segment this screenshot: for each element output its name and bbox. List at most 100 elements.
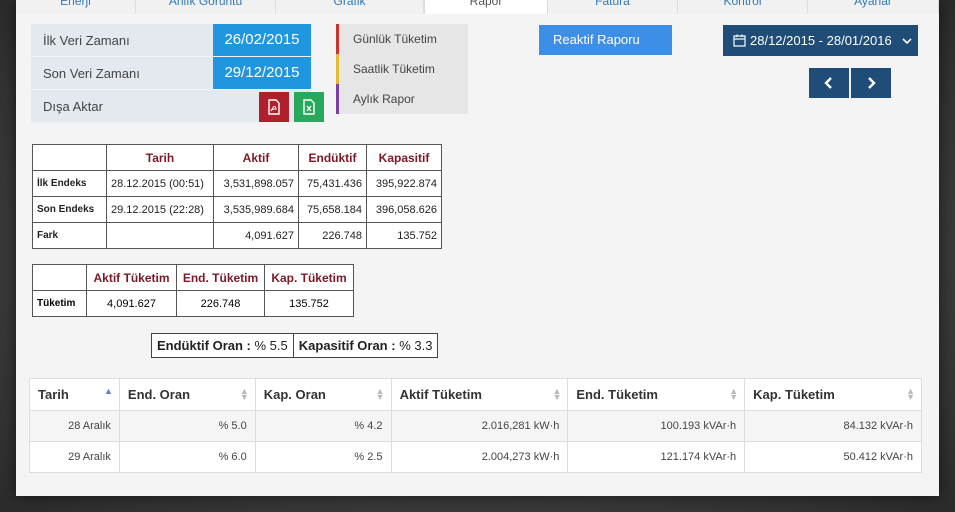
table-cell: 75,431.436 [298, 170, 367, 197]
column-header-label: End. Oran [127, 387, 191, 402]
report-aylik-rapor[interactable]: Aylık Rapor [336, 84, 468, 114]
chevron-left-icon [824, 77, 832, 89]
ratio-summary: Endüktif Oran : % 5.5 Kapasitif Oran : %… [151, 333, 439, 358]
table-cell: 50.412 kVAr·h [744, 441, 922, 473]
chevron-down-icon [902, 37, 912, 44]
column-header-label: Tarih [38, 387, 69, 402]
inductive-ratio-label: Endüktif Oran : [157, 338, 251, 353]
calendar-icon [733, 34, 746, 47]
first-data-value: 26/02/2015 [213, 24, 311, 56]
table-cell: 84.132 kVAr·h [744, 410, 922, 442]
table-cell: % 4.2 [254, 410, 392, 442]
report-saatlik-tuketim[interactable]: Saatlik Tüketim [336, 54, 468, 84]
column-header-end-tuketim[interactable]: End. Tüketim ▲ ▼ [567, 378, 746, 411]
table-header: Tarih [106, 144, 214, 171]
export-excel-button[interactable] [294, 92, 324, 122]
table-cell: % 2.5 [254, 441, 392, 473]
sort-icon: ▲ ▼ [375, 386, 385, 402]
table-header: Kapasitif [366, 144, 442, 171]
next-period-button[interactable] [851, 68, 891, 98]
endeks-table: Tarih Aktif Endüktif Kapasitif İlk Endek… [32, 144, 442, 249]
table-row: İlk Endeks 28.12.2015 (00:51) 3,531,898.… [32, 170, 442, 197]
table-row: Tüketim 4,091.627 226.748 135.752 [32, 290, 354, 317]
table-cell: İlk Endeks [32, 170, 107, 197]
excel-icon [303, 99, 315, 115]
table-row: Fark 4,091.627 226.748 135.752 [32, 222, 442, 249]
table-cell: 226.748 [176, 290, 265, 317]
reaktif-report-button[interactable]: Reaktif Raporu [539, 25, 672, 55]
table-cell: 100.193 kVAr·h [567, 410, 746, 442]
table-header: Aktif [213, 144, 299, 171]
previous-period-button[interactable] [809, 68, 849, 98]
capacitive-ratio: Kapasitif Oran : % 3.3 [292, 334, 438, 357]
table-cell: Son Endeks [32, 196, 107, 223]
column-header-kap-oran[interactable]: Kap. Oran ▲ ▼ [254, 378, 392, 411]
report-gunluk-tuketim[interactable]: Günlük Tüketim [336, 24, 468, 54]
data-info-box: İlk Veri Zamanı 26/02/2015 Son Veri Zama… [31, 24, 324, 123]
table-header-row: Tarih Aktif Endüktif Kapasitif [32, 144, 442, 171]
table-header [32, 264, 87, 291]
column-header-aktif-tuketim[interactable]: Aktif Tüketim ▲ ▼ [390, 378, 569, 411]
table-cell: Tüketim [32, 290, 87, 317]
column-header-label: Aktif Tüketim [399, 387, 482, 402]
table-cell: 121.174 kVAr·h [567, 441, 746, 473]
main-panel: Enerji Anlık Görüntü Grafik Rapor Fatura… [16, 0, 939, 496]
table-row: Son Endeks 29.12.2015 (22:28) 3,535,989.… [32, 196, 442, 223]
inductive-ratio-value: % 5.5 [254, 338, 288, 353]
table-cell: 226.748 [298, 222, 367, 249]
tab-enerji[interactable]: Enerji [16, 0, 136, 14]
capacitive-ratio-value: % 3.3 [399, 338, 433, 353]
column-header-label: End. Tüketim [576, 387, 658, 402]
table-cell: 2.004,273 kW·h [390, 441, 569, 473]
export-pdf-button[interactable] [259, 92, 289, 122]
table-cell: % 6.0 [118, 441, 256, 473]
column-header-label: Kap. Oran [263, 387, 326, 402]
column-header-kap-tuketim[interactable]: Kap. Tüketim ▲ ▼ [744, 378, 922, 411]
table-cell: 135.752 [366, 222, 442, 249]
table-cell: 28.12.2015 (00:51) [106, 170, 214, 197]
table-cell: 3,531,898.057 [213, 170, 299, 197]
sort-icon: ▲ ▼ [729, 386, 739, 402]
table-cell: 4,091.627 [86, 290, 177, 317]
date-range-label: 28/12/2015 - 28/01/2016 [750, 33, 892, 48]
table-row: 28 Aralık % 5.0 % 4.2 2.016,281 kW·h 100… [29, 410, 922, 442]
sort-icon: ▲ ▼ [906, 386, 915, 402]
last-data-label: Son Veri Zamanı [43, 65, 140, 81]
table-cell: 396,058.626 [366, 196, 442, 223]
pdf-icon [268, 99, 280, 115]
table-cell: 3,535,989.684 [213, 196, 299, 223]
tab-rapor[interactable]: Rapor [424, 0, 548, 14]
tab-grafik[interactable]: Grafik [276, 0, 424, 14]
table-header [32, 144, 107, 171]
first-data-row: İlk Veri Zamanı 26/02/2015 [31, 24, 311, 56]
capacitive-ratio-label: Kapasitif Oran : [298, 338, 396, 353]
tuketim-table: Aktif Tüketim End. Tüketim Kap. Tüketim … [32, 264, 354, 317]
sort-ascending-icon: ▲ [103, 386, 113, 396]
tab-anlik-goruntu[interactable]: Anlık Görüntü [136, 0, 276, 14]
export-label: Dışa Aktar [43, 98, 103, 114]
table-cell: 395,922.874 [366, 170, 442, 197]
table-cell [106, 222, 214, 249]
table-cell: Fark [32, 222, 107, 249]
date-range-picker[interactable]: 28/12/2015 - 28/01/2016 [723, 25, 918, 56]
table-row: 29 Aralık % 6.0 % 2.5 2.004,273 kW·h 121… [29, 441, 922, 473]
table-cell: 4,091.627 [213, 222, 299, 249]
table-header: Endüktif [298, 144, 367, 171]
tab-kontrol[interactable]: Kontrol [678, 0, 808, 14]
column-header-end-oran[interactable]: End. Oran ▲ ▼ [118, 378, 256, 411]
column-header-label: Kap. Tüketim [753, 387, 835, 402]
table-cell: 29.12.2015 (22:28) [106, 196, 214, 223]
tab-ayarlar[interactable]: Ayarlar [808, 0, 939, 14]
last-data-row: Son Veri Zamanı 29/12/2015 [31, 57, 311, 89]
table-header-row: Aktif Tüketim End. Tüketim Kap. Tüketim [32, 264, 354, 291]
table-cell: 2.016,281 kW·h [390, 410, 569, 442]
column-header-tarih[interactable]: Tarih ▲ [29, 378, 120, 411]
table-header: End. Tüketim [176, 264, 265, 291]
table-header: Kap. Tüketim [264, 264, 354, 291]
last-data-value: 29/12/2015 [213, 57, 311, 89]
tab-fatura[interactable]: Fatura [548, 0, 678, 14]
report-type-list: Günlük Tüketim Saatlik Tüketim Aylık Rap… [336, 24, 468, 114]
inductive-ratio: Endüktif Oran : % 5.5 [152, 334, 293, 357]
table-cell: 28 Aralık [29, 410, 120, 442]
sort-icon: ▲ ▼ [552, 386, 562, 402]
